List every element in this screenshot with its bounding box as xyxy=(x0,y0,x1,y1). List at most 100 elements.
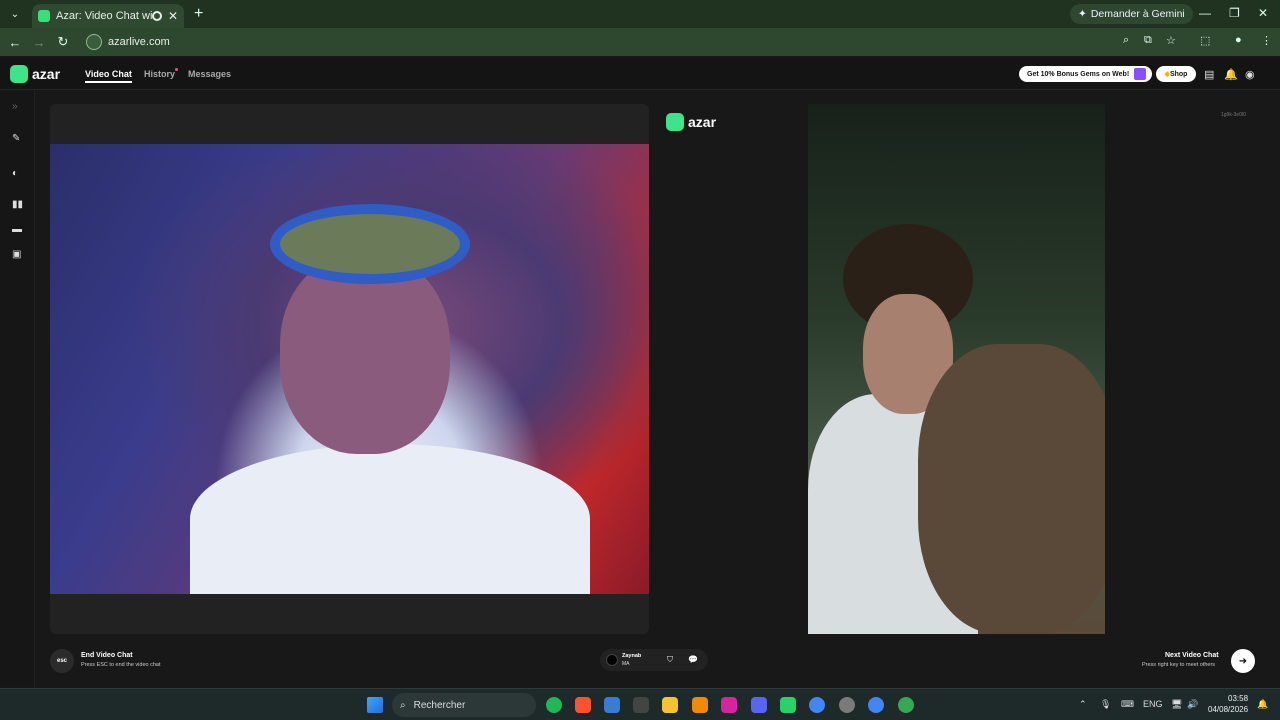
language-indicator[interactable]: ENG xyxy=(1143,699,1163,709)
brave-icon[interactable] xyxy=(575,697,591,713)
history-notification-dot xyxy=(175,68,178,71)
peer-name: Zaynab xyxy=(622,653,642,659)
nav-messages[interactable]: Messages xyxy=(188,69,231,79)
stage-logo-icon xyxy=(666,113,684,131)
azar-logo-text: azar xyxy=(32,66,61,82)
minimize-icon[interactable]: — xyxy=(1199,6,1211,20)
defender-icon[interactable] xyxy=(604,697,620,713)
azar-favicon-icon xyxy=(38,10,50,22)
vlc-icon[interactable] xyxy=(692,697,708,713)
peer-country: MA xyxy=(622,661,630,667)
user-avatar[interactable]: ◉ xyxy=(1245,68,1255,81)
forward-icon[interactable]: → xyxy=(27,35,51,50)
azar-logo-icon xyxy=(10,65,28,83)
next-video-chat-button[interactable]: ➜ xyxy=(1231,649,1255,673)
notifications-icon[interactable]: 🔔 xyxy=(1257,699,1268,710)
windows-start-icon[interactable] xyxy=(367,697,383,713)
shop-button[interactable]: ◆ Shop xyxy=(1156,66,1196,82)
stage-logo-text: azar xyxy=(688,114,717,130)
chrome-profile-3-icon[interactable] xyxy=(868,697,884,713)
chrome-active-icon[interactable] xyxy=(898,697,914,713)
next-arrow-icon: ➜ xyxy=(1238,655,1248,667)
self-video-shirt xyxy=(190,444,590,594)
next-chat-title: Next Video Chat xyxy=(1165,652,1219,659)
reload-icon[interactable]: ↻ xyxy=(51,34,75,50)
gemini-label: Demander à Gemini xyxy=(1090,8,1185,20)
tab-search-icon[interactable]: ⌄ xyxy=(4,3,26,25)
peer-video-arm xyxy=(918,344,1105,634)
gemini-sparkle-icon: ✦ xyxy=(1078,8,1087,20)
address-bar-row: ← → ↻ azarlive.com xyxy=(0,28,1280,56)
install-app-icon[interactable]: ⧉ xyxy=(1144,34,1152,47)
stage-logo: azar xyxy=(666,113,716,131)
left-sidebar: » ✎ ◐ ▮▮ ▬ ▣ xyxy=(0,91,35,687)
discord-icon[interactable] xyxy=(751,697,767,713)
filter-icon[interactable]: ◐ xyxy=(12,168,18,179)
app-header: azar Video Chat History Messages Get 10%… xyxy=(0,58,1280,90)
end-chat-hint: Press ESC to end the video chat xyxy=(81,662,161,668)
taskbar-search-placeholder: Rechercher xyxy=(413,699,466,711)
clock-date: 04/08/2026 xyxy=(1208,705,1249,714)
maximize-icon[interactable]: ❐ xyxy=(1229,6,1240,20)
report-shield-icon[interactable]: ⛉ xyxy=(667,655,673,665)
search-icon: ⌕ xyxy=(400,699,406,711)
keyboard-icon[interactable]: ⌨ xyxy=(1121,699,1134,710)
recording-icon xyxy=(151,11,162,21)
file-explorer-icon[interactable] xyxy=(662,697,678,713)
volume-icon[interactable]: 🔊 xyxy=(1187,699,1198,710)
shop-label: Shop xyxy=(1169,70,1188,78)
inbox-icon[interactable]: ▤ xyxy=(1204,68,1214,81)
nav-video-chat[interactable]: Video Chat xyxy=(85,69,132,83)
bookmark-star-icon[interactable]: ☆ xyxy=(1166,34,1176,47)
microphone-icon[interactable]: 🎙 xyxy=(1100,699,1111,710)
site-info-icon[interactable] xyxy=(86,34,102,50)
next-chat-hint: Press right key to meet others xyxy=(1142,662,1216,668)
zoom-icon[interactable]: ⌕ xyxy=(1123,34,1129,47)
profile-avatar[interactable]: ● xyxy=(1235,34,1242,46)
tab-title: Azar: Video Chat with New xyxy=(56,10,152,22)
omnibox[interactable]: azarlive.com xyxy=(82,31,1182,53)
gift-icon xyxy=(1134,68,1146,80)
layout-pip-icon[interactable]: ▣ xyxy=(12,249,21,260)
magic-wand-icon[interactable]: ✎ xyxy=(12,133,20,144)
windows-taskbar: ⌕ Rechercher ⌃ 🎙 ⌨ ENG 🖥 🔊 03:58 04/08/2… xyxy=(0,688,1280,720)
self-video-feed xyxy=(50,144,649,594)
browser-tab[interactable]: Azar: Video Chat with New ✕ xyxy=(32,4,184,28)
store-icon[interactable] xyxy=(633,697,649,713)
layout-stacked-icon[interactable]: ▬ xyxy=(12,224,22,235)
spotify-icon[interactable] xyxy=(546,697,562,713)
browser-menu-icon[interactable]: ⋮ xyxy=(1261,34,1272,47)
azar-logo[interactable]: azar xyxy=(10,65,60,83)
chrome-profile-2-icon[interactable] xyxy=(839,697,855,713)
back-icon[interactable]: ← xyxy=(3,35,27,50)
layout-side-by-side-icon[interactable]: ▮▮ xyxy=(12,199,23,210)
network-icon[interactable]: 🖥 xyxy=(1171,699,1182,710)
system-clock[interactable]: 03:58 04/08/2026 xyxy=(1208,693,1248,715)
window-close-icon[interactable]: ✕ xyxy=(1258,6,1268,20)
tray-overflow-icon[interactable]: ⌃ xyxy=(1079,699,1087,710)
self-video-goggles xyxy=(270,204,470,284)
bell-icon[interactable]: 🔔 xyxy=(1224,68,1238,81)
chrome-icon[interactable] xyxy=(809,697,825,713)
extensions-icon[interactable]: ⬚ xyxy=(1200,34,1210,47)
taskbar-search[interactable]: ⌕ Rechercher xyxy=(392,693,536,717)
gemini-button[interactable]: ✦ Demander à Gemini xyxy=(1070,4,1193,24)
chat-bubble-icon[interactable]: 💬 xyxy=(688,655,698,664)
session-id: 1g9k-3e0I0 xyxy=(1221,112,1247,118)
bonus-gems-banner[interactable]: Get 10% Bonus Gems on Web! xyxy=(1019,66,1152,82)
end-chat-title: End Video Chat xyxy=(81,652,133,659)
expand-sidebar-icon[interactable]: » xyxy=(12,101,18,112)
url-text: azarlive.com xyxy=(108,36,170,48)
peer-video-feed xyxy=(808,104,1105,634)
peer-info-bar: Zaynab MA ⛉ 💬 xyxy=(600,649,708,671)
peer-avatar[interactable] xyxy=(606,654,618,666)
instagram-icon[interactable] xyxy=(721,697,737,713)
new-tab-button[interactable]: + xyxy=(194,5,203,23)
clock-time: 03:58 xyxy=(1228,694,1249,703)
end-video-chat-button[interactable]: esc xyxy=(50,649,74,673)
self-video-face xyxy=(280,254,450,454)
tab-close-icon[interactable]: ✕ xyxy=(168,9,178,23)
self-video-pane xyxy=(50,104,649,634)
whatsapp-icon[interactable] xyxy=(780,697,796,713)
nav-history[interactable]: History xyxy=(144,69,175,79)
